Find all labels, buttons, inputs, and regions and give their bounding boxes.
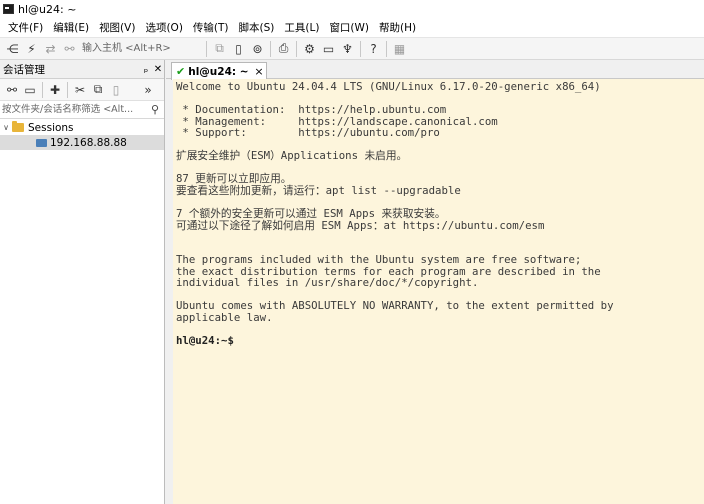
- menu-options[interactable]: 选项(O): [140, 18, 187, 38]
- add-icon[interactable]: ✚: [46, 81, 64, 99]
- help-icon[interactable]: ?: [364, 40, 383, 58]
- window-title: hl@u24: ~: [18, 2, 77, 16]
- menu-script[interactable]: 脚本(S): [234, 18, 280, 38]
- terminal-line: 7 个额外的安全更新可以通过 ESM Apps 来获取安装。: [176, 207, 446, 221]
- menu-bar: 文件(F) 编辑(E) 视图(V) 选项(O) 传输(T) 脚本(S) 工具(L…: [0, 18, 704, 38]
- settings-icon[interactable]: ⚙: [300, 40, 319, 58]
- toolbar-divider: [67, 81, 68, 98]
- close-icon[interactable]: ✕: [152, 64, 164, 75]
- tab-bar: ✔ hl@u24: ~ ×: [166, 60, 704, 80]
- terminal-line: * Documentation: https://help.ubuntu.com: [176, 103, 447, 117]
- session-tree: ∨ Sessions 192.168.88.88: [0, 119, 164, 150]
- session-manager-panel: 会话管理 ₚ ✕ ⚯ ▭ ✚ ✂ ⧉ ▯ » ⚲ ∨ Sessions 192.…: [0, 60, 165, 504]
- chevron-down-icon[interactable]: ∨: [0, 123, 12, 132]
- terminal-lines: Welcome to Ubuntu 24.04.4 LTS (GNU/Linux…: [176, 81, 704, 335]
- session-toolbar: ⚯ ▭ ✚ ✂ ⧉ ▯ »: [0, 79, 164, 101]
- terminal-line: applicable law.: [176, 310, 273, 324]
- paste-icon[interactable]: ▯: [107, 81, 125, 99]
- shell-prompt: hl@u24:~$: [176, 334, 234, 348]
- link-icon[interactable]: ⚯: [3, 81, 21, 99]
- key-icon[interactable]: ♆: [338, 40, 357, 58]
- tab-session[interactable]: ✔ hl@u24: ~ ×: [171, 62, 267, 80]
- host-input[interactable]: [79, 40, 203, 57]
- menu-file[interactable]: 文件(F): [3, 18, 48, 38]
- cut-icon[interactable]: ✂: [71, 81, 89, 99]
- paste-icon[interactable]: ▯: [229, 40, 248, 58]
- keymap-icon[interactable]: ▭: [319, 40, 338, 58]
- session-manager-header: 会话管理 ₚ ✕: [0, 60, 164, 79]
- reconnect-icon[interactable]: ⇄: [41, 40, 60, 58]
- session-filter: ⚲: [0, 101, 164, 119]
- copy-icon[interactable]: ⧉: [210, 40, 229, 58]
- session-icon: [36, 138, 47, 147]
- menu-transfer[interactable]: 传输(T): [188, 18, 234, 38]
- main-toolbar: ⋲ ⚡ ⇄ ⚯ ⧉ ▯ ⊚ ⎙ ⚙ ▭ ♆ ? ▦: [0, 38, 704, 60]
- find-icon[interactable]: ⊚: [248, 40, 267, 58]
- disconnect-icon[interactable]: ⚯: [60, 40, 79, 58]
- menu-edit[interactable]: 编辑(E): [48, 18, 94, 38]
- connect-icon[interactable]: ⋲: [3, 40, 22, 58]
- terminal-line: 扩展安全维护（ESM）Applications 未启用。: [176, 149, 408, 163]
- toolbar-divider: [386, 40, 387, 57]
- connected-check-icon: ✔: [176, 65, 186, 78]
- folder-icon: [12, 121, 24, 132]
- tree-item-label: 192.168.88.88: [50, 136, 127, 149]
- terminal-app-icon: [3, 4, 14, 14]
- terminal-line: Welcome to Ubuntu 24.04.4 LTS (GNU/Linux…: [176, 80, 601, 93]
- tab-label: hl@u24: ~: [188, 65, 249, 78]
- title-bar: hl@u24: ~: [0, 0, 704, 18]
- toolbar-divider: [270, 40, 271, 57]
- terminal-line: 可通过以下途径了解如何启用 ESM Apps：at https://ubuntu…: [176, 218, 545, 232]
- menu-help[interactable]: 帮助(H): [374, 18, 421, 38]
- terminal-output[interactable]: Welcome to Ubuntu 24.04.4 LTS (GNU/Linux…: [173, 79, 704, 504]
- toolbar-divider: [360, 40, 361, 57]
- search-icon[interactable]: ⚲: [146, 103, 164, 116]
- terminal-line: * Support: https://ubuntu.com/pro: [176, 126, 440, 140]
- session-tab-icon[interactable]: ▭: [21, 81, 39, 99]
- quick-connect-icon[interactable]: ⚡: [22, 40, 41, 58]
- tree-item-session[interactable]: 192.168.88.88: [0, 135, 164, 150]
- copy-icon[interactable]: ⧉: [89, 81, 107, 99]
- session-filter-input[interactable]: [0, 101, 146, 118]
- toolbar-divider: [206, 40, 207, 57]
- menu-view[interactable]: 视图(V): [94, 18, 140, 38]
- menu-tools[interactable]: 工具(L): [279, 18, 324, 38]
- session-manager-title: 会话管理: [3, 63, 45, 76]
- terminal-line: 要查看这些附加更新，请运行：apt list --upgradable: [176, 183, 461, 197]
- terminal-line: individual files in /usr/share/doc/*/cop…: [176, 276, 479, 290]
- print-icon[interactable]: ⎙: [274, 40, 293, 58]
- tree-folder-label: Sessions: [28, 121, 74, 134]
- pin-icon[interactable]: ₚ: [140, 64, 152, 75]
- menu-window[interactable]: 窗口(W): [324, 18, 374, 38]
- screen-icon[interactable]: ▦: [390, 40, 409, 58]
- toolbar-divider: [42, 81, 43, 98]
- tree-folder-sessions[interactable]: ∨ Sessions: [0, 120, 164, 135]
- tab-close-icon[interactable]: ×: [252, 65, 266, 78]
- toolbar-divider: [296, 40, 297, 57]
- more-icon[interactable]: »: [139, 81, 157, 99]
